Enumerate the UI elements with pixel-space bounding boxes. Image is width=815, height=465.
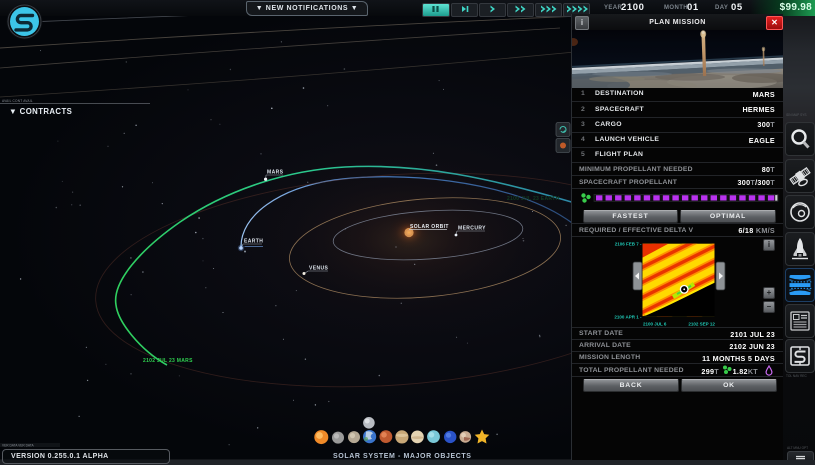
svg-text:2106 FEB 7 -: 2106 FEB 7 -: [615, 242, 642, 247]
svg-text:2102 JUL 23 MARS: 2102 JUL 23 MARS: [143, 358, 193, 364]
svg-text:VENUS: VENUS: [309, 266, 328, 272]
svg-text:2100 APR 1 -: 2100 APR 1 -: [614, 315, 642, 320]
svg-text:EARTH: EARTH: [244, 239, 263, 245]
svg-text:MERCURY: MERCURY: [458, 226, 486, 232]
svg-text:MARS: MARS: [267, 170, 284, 176]
svg-text:2100 JUL 6: 2100 JUL 6: [643, 322, 667, 327]
svg-text:SOLAR ORBIT: SOLAR ORBIT: [410, 224, 449, 230]
svg-text:2102 SEP 12: 2102 SEP 12: [688, 322, 715, 327]
svg-text:2100 JUL 23 EARTH: 2100 JUL 23 EARTH: [507, 196, 560, 202]
svg-text:VER DATA VER DATA: VER DATA VER DATA: [2, 444, 35, 448]
svg-text:AVAIL CONT AVAIL: AVAIL CONT AVAIL: [2, 99, 33, 103]
